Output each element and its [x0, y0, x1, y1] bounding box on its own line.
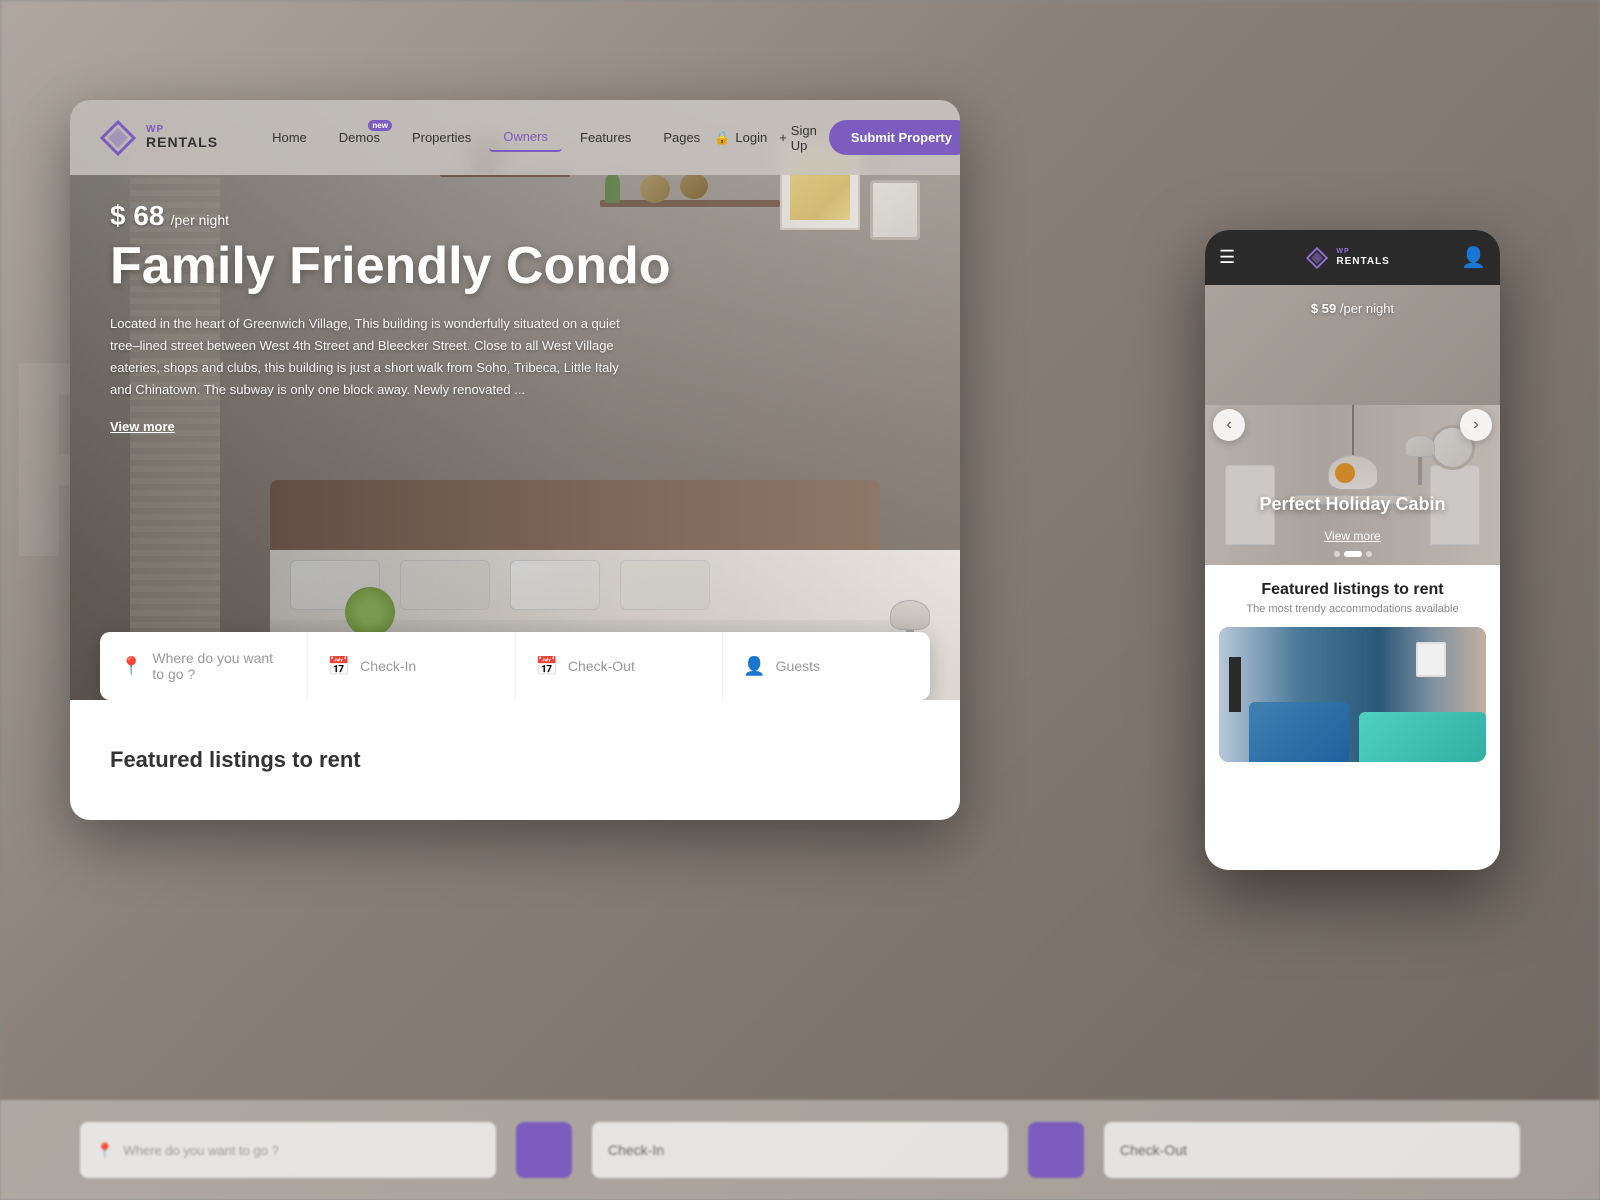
- nav-links: Home Demos new Properties Owners Feature…: [258, 123, 714, 152]
- mobile-listing-thumbnail: featured: [1219, 627, 1486, 762]
- bottom-checkout-field: Check-Out: [1104, 1122, 1520, 1178]
- bottom-checkout-text: Check-Out: [1120, 1142, 1187, 1158]
- bottom-location-field: 📍 Where do you want to go ?: [80, 1122, 496, 1178]
- lock-icon: 🔒: [714, 130, 730, 146]
- nav-features[interactable]: Features: [566, 124, 645, 151]
- navbar: WP RENTALS Home Demos new Properties Own…: [70, 100, 960, 175]
- nav-properties[interactable]: Properties: [398, 124, 485, 151]
- login-label: Login: [735, 130, 767, 145]
- featured-section: Featured listings to rent: [70, 700, 960, 820]
- mobile-price-amount: $ 59: [1311, 301, 1336, 316]
- bottom-location-text: Where do you want to go ?: [123, 1143, 278, 1158]
- calendar-checkin-icon: 📅: [328, 656, 350, 677]
- pin-icon: 📍: [120, 656, 142, 677]
- mobile-hero: $ 59 /per night Perfect Holiday Cabin Vi…: [1205, 285, 1500, 565]
- location-field[interactable]: 📍 Where do you want to go ?: [100, 632, 308, 700]
- mobile-price-unit: /per night: [1340, 301, 1394, 316]
- location-placeholder: Where do you want to go ?: [152, 650, 286, 682]
- submit-property-button[interactable]: Submit Property: [829, 120, 960, 155]
- search-inputs: 📍 Where do you want to go ? 📅 Check-In 📅…: [100, 632, 930, 700]
- signup-link[interactable]: + Sign Up: [779, 123, 817, 153]
- dot-2: [1344, 551, 1362, 557]
- plus-icon: +: [779, 130, 787, 145]
- nav-right: 🔒 Login + Sign Up Submit Property: [714, 120, 960, 155]
- mobile-logo-wp: WP: [1336, 248, 1389, 256]
- guests-placeholder: Guests: [776, 658, 820, 674]
- hero-title: Family Friendly Condo: [110, 238, 671, 295]
- nav-demos[interactable]: Demos new: [325, 124, 394, 151]
- mobile-navbar: ☰ WP RENTALS 👤: [1205, 230, 1500, 285]
- guest-icon: 👤: [743, 656, 765, 677]
- couch-blue: [1249, 702, 1349, 762]
- mobile-user-icon[interactable]: 👤: [1461, 245, 1486, 270]
- mobile-featured-subtitle: The most trendy accommodations available: [1219, 603, 1486, 615]
- mobile-prev-arrow[interactable]: ‹: [1213, 409, 1245, 441]
- logo-diamond-icon: [100, 120, 136, 156]
- mobile-logo-text: WP RENTALS: [1336, 248, 1389, 267]
- floor-lamp-mobile: [1229, 657, 1241, 712]
- mobile-logo-diamond-icon: [1306, 247, 1328, 269]
- wall-frame-mobile: [1416, 642, 1446, 677]
- nav-owners[interactable]: Owners: [489, 123, 562, 152]
- search-bar: 📍 Where do you want to go ? 📅 Check-In 📅…: [70, 632, 960, 700]
- view-more-link[interactable]: View more: [110, 419, 175, 434]
- desktop-card: WP RENTALS Home Demos new Properties Own…: [70, 100, 960, 820]
- price-display: $ 68 /per night: [110, 200, 671, 232]
- mobile-featured-title: Featured listings to rent: [1219, 581, 1486, 599]
- logo-area: WP RENTALS: [100, 120, 218, 156]
- hero-description: Located in the heart of Greenwich Villag…: [110, 313, 630, 401]
- dot-1: [1334, 551, 1340, 557]
- checkin-placeholder: Check-In: [360, 658, 416, 674]
- nav-home[interactable]: Home: [258, 124, 321, 151]
- hero-content: $ 68 /per night Family Friendly Condo Lo…: [110, 200, 671, 436]
- price-amount: $ 68: [110, 200, 165, 231]
- nav-pages[interactable]: Pages: [649, 124, 714, 151]
- bottom-pin-icon: 📍: [96, 1142, 113, 1159]
- checkin-field[interactable]: 📅 Check-In: [308, 632, 516, 700]
- bottom-checkout-btn: [1028, 1122, 1084, 1178]
- checkout-field[interactable]: 📅 Check-Out: [516, 632, 724, 700]
- dot-3: [1366, 551, 1372, 557]
- bottom-checkin-field: Check-In: [592, 1122, 1008, 1178]
- mobile-featured: Featured listings to rent The most trend…: [1205, 565, 1500, 772]
- demos-badge: new: [368, 120, 392, 131]
- mobile-hero-title: Perfect Holiday Cabin: [1205, 494, 1500, 515]
- bottom-search-bar: 📍 Where do you want to go ? Check-In Che…: [0, 1100, 1600, 1200]
- checkout-placeholder: Check-Out: [568, 658, 635, 674]
- mobile-card: ☰ WP RENTALS 👤: [1205, 230, 1500, 870]
- mobile-logo-rentals: RENTALS: [1336, 256, 1389, 267]
- signup-label: Sign Up: [791, 123, 817, 153]
- logo-rentals: RENTALS: [146, 135, 218, 150]
- mobile-logo: WP RENTALS: [1235, 247, 1461, 269]
- hero-area: WP RENTALS Home Demos new Properties Own…: [70, 100, 960, 820]
- login-link[interactable]: 🔒 Login: [714, 130, 767, 146]
- mobile-price: $ 59 /per night: [1205, 301, 1500, 316]
- mobile-carousel-dots: [1205, 551, 1500, 557]
- logo-text: WP RENTALS: [146, 124, 218, 150]
- couch-teal: [1359, 712, 1486, 762]
- mobile-next-arrow[interactable]: ›: [1460, 409, 1492, 441]
- price-unit: /per night: [171, 212, 229, 228]
- guests-field[interactable]: 👤 Guests: [723, 632, 930, 700]
- featured-title: Featured listings to rent: [110, 747, 361, 773]
- hamburger-icon[interactable]: ☰: [1219, 247, 1235, 268]
- mobile-view-more-link[interactable]: View more: [1205, 529, 1500, 543]
- bottom-checkin-btn: [516, 1122, 572, 1178]
- calendar-checkout-icon: 📅: [536, 656, 558, 677]
- bottom-checkin-text: Check-In: [608, 1142, 664, 1158]
- mobile-hero-overlay: [1205, 285, 1500, 565]
